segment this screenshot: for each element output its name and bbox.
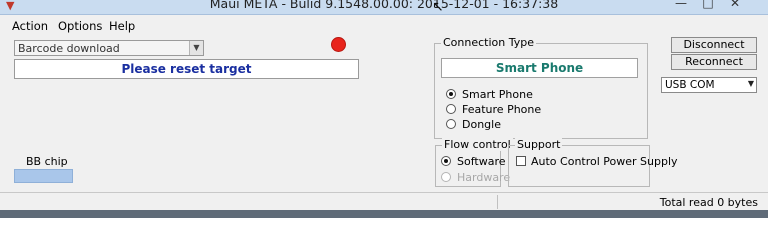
mouse-cursor-icon: ↖	[432, 0, 444, 15]
radio-label: Dongle	[462, 118, 501, 131]
auto-power-checkbox[interactable]: Auto Control Power Supply	[516, 155, 678, 168]
mode-select[interactable]: Barcode download ▼	[14, 40, 204, 56]
radio-icon	[446, 119, 456, 129]
checkbox-icon	[516, 156, 526, 166]
mode-select-value: Barcode download	[18, 42, 120, 55]
menu-action[interactable]: Action	[12, 19, 48, 33]
radio-label: Feature Phone	[462, 103, 542, 116]
disconnect-button[interactable]: Disconnect	[671, 37, 757, 53]
status-separator	[497, 195, 498, 209]
support-group: Support Auto Control Power Supply	[508, 138, 678, 187]
chevron-down-icon[interactable]: ▼	[189, 41, 203, 55]
status-bar: Total read 0 bytes	[0, 192, 768, 210]
menu-help[interactable]: Help	[109, 19, 135, 33]
maximize-icon[interactable]: □	[695, 0, 721, 12]
radio-label: Software	[457, 155, 506, 168]
title-bar: ▼ Maui META - Bulid 9.1548.00.00: 2015-1…	[0, 0, 768, 15]
bb-chip-bar	[14, 169, 73, 183]
radio-label: Smart Phone	[462, 88, 533, 101]
radio-hardware: Hardware	[441, 171, 510, 184]
port-select[interactable]: USB COM ▼	[661, 77, 757, 93]
radio-icon	[441, 172, 451, 182]
connection-type-group: Connection Type Smart Phone Smart Phone …	[434, 36, 648, 139]
status-message: Please reset target	[14, 59, 359, 79]
menu-options[interactable]: Options	[58, 19, 102, 33]
radio-feature-phone[interactable]: Feature Phone	[446, 103, 541, 116]
radio-smart-phone[interactable]: Smart Phone	[446, 88, 533, 101]
radio-software[interactable]: Software	[441, 155, 506, 168]
radio-dongle[interactable]: Dongle	[446, 118, 501, 131]
status-bar-text: Total read 0 bytes	[659, 196, 758, 209]
support-title: Support	[515, 138, 563, 151]
radio-selected-icon	[441, 156, 451, 166]
radio-selected-icon	[446, 89, 456, 99]
taskbar	[0, 210, 768, 218]
menu-bar: Action Options Help	[0, 15, 768, 35]
minimize-icon[interactable]: —	[668, 0, 694, 12]
radio-icon	[446, 104, 456, 114]
flow-control-group: Flow control Software Hardware	[435, 138, 513, 187]
window-title: Maui META - Bulid 9.1548.00.00: 2015-12-…	[209, 0, 559, 11]
radio-label: Hardware	[457, 171, 511, 184]
main-window: Action Options Help Barcode download ▼ P…	[0, 15, 768, 210]
reconnect-button[interactable]: Reconnect	[671, 54, 757, 70]
status-indicator-icon	[331, 37, 346, 52]
checkbox-label: Auto Control Power Supply	[531, 155, 678, 168]
close-icon[interactable]: ✕	[722, 0, 748, 12]
connection-type-display: Smart Phone	[441, 58, 638, 78]
connection-type-title: Connection Type	[441, 36, 537, 49]
bb-chip-label: BB chip	[26, 155, 68, 168]
chevron-down-icon[interactable]: ▼	[748, 79, 754, 88]
flow-control-title: Flow control	[442, 138, 513, 151]
port-select-value: USB COM	[665, 79, 715, 91]
